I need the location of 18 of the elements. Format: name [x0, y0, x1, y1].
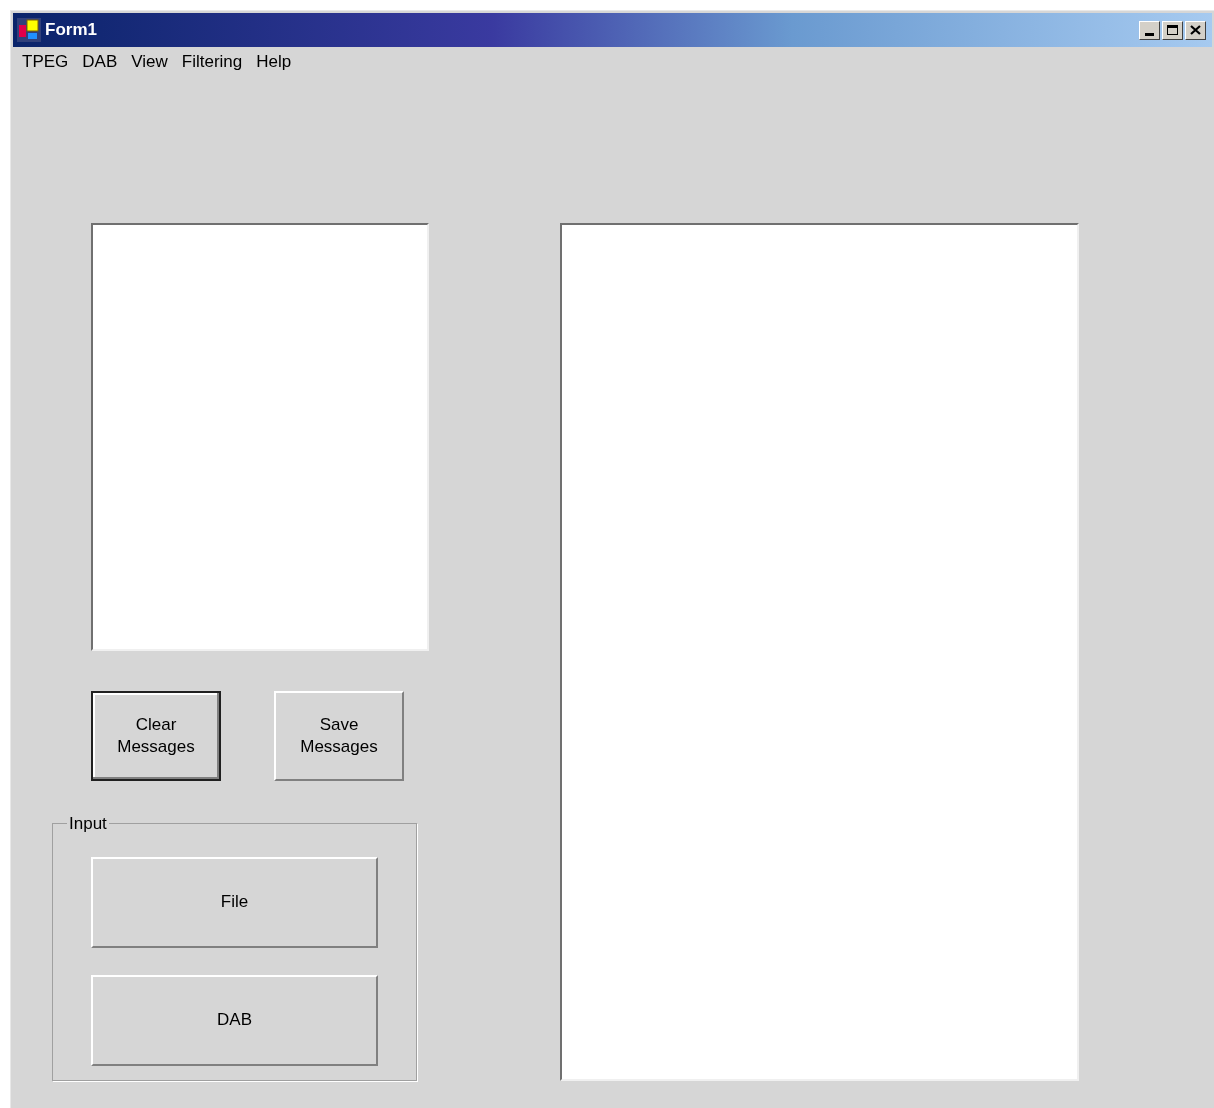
minimize-icon: [1145, 32, 1154, 36]
group-title: Input: [68, 813, 108, 835]
menu-item[interactable]: TPEG: [15, 49, 76, 75]
window-title: Form1: [45, 19, 97, 42]
app-icon: [16, 17, 42, 43]
input-button[interactable]: DAB: [91, 974, 378, 1066]
menu-item[interactable]: Filtering: [174, 49, 250, 75]
close-icon: [1190, 25, 1201, 35]
menu-item[interactable]: View: [124, 49, 175, 75]
menu-item[interactable]: Help: [249, 49, 299, 75]
menu-item[interactable]: DAB: [75, 49, 125, 75]
maximize-icon: [1167, 25, 1178, 35]
close-button[interactable]: [1185, 20, 1206, 40]
input-button[interactable]: File: [91, 856, 378, 948]
minimize-button[interactable]: [1139, 20, 1160, 40]
message-button[interactable]: Save Messages: [274, 691, 404, 781]
message-button[interactable]: Clear Messages: [91, 691, 221, 781]
maximize-button[interactable]: [1162, 20, 1183, 40]
